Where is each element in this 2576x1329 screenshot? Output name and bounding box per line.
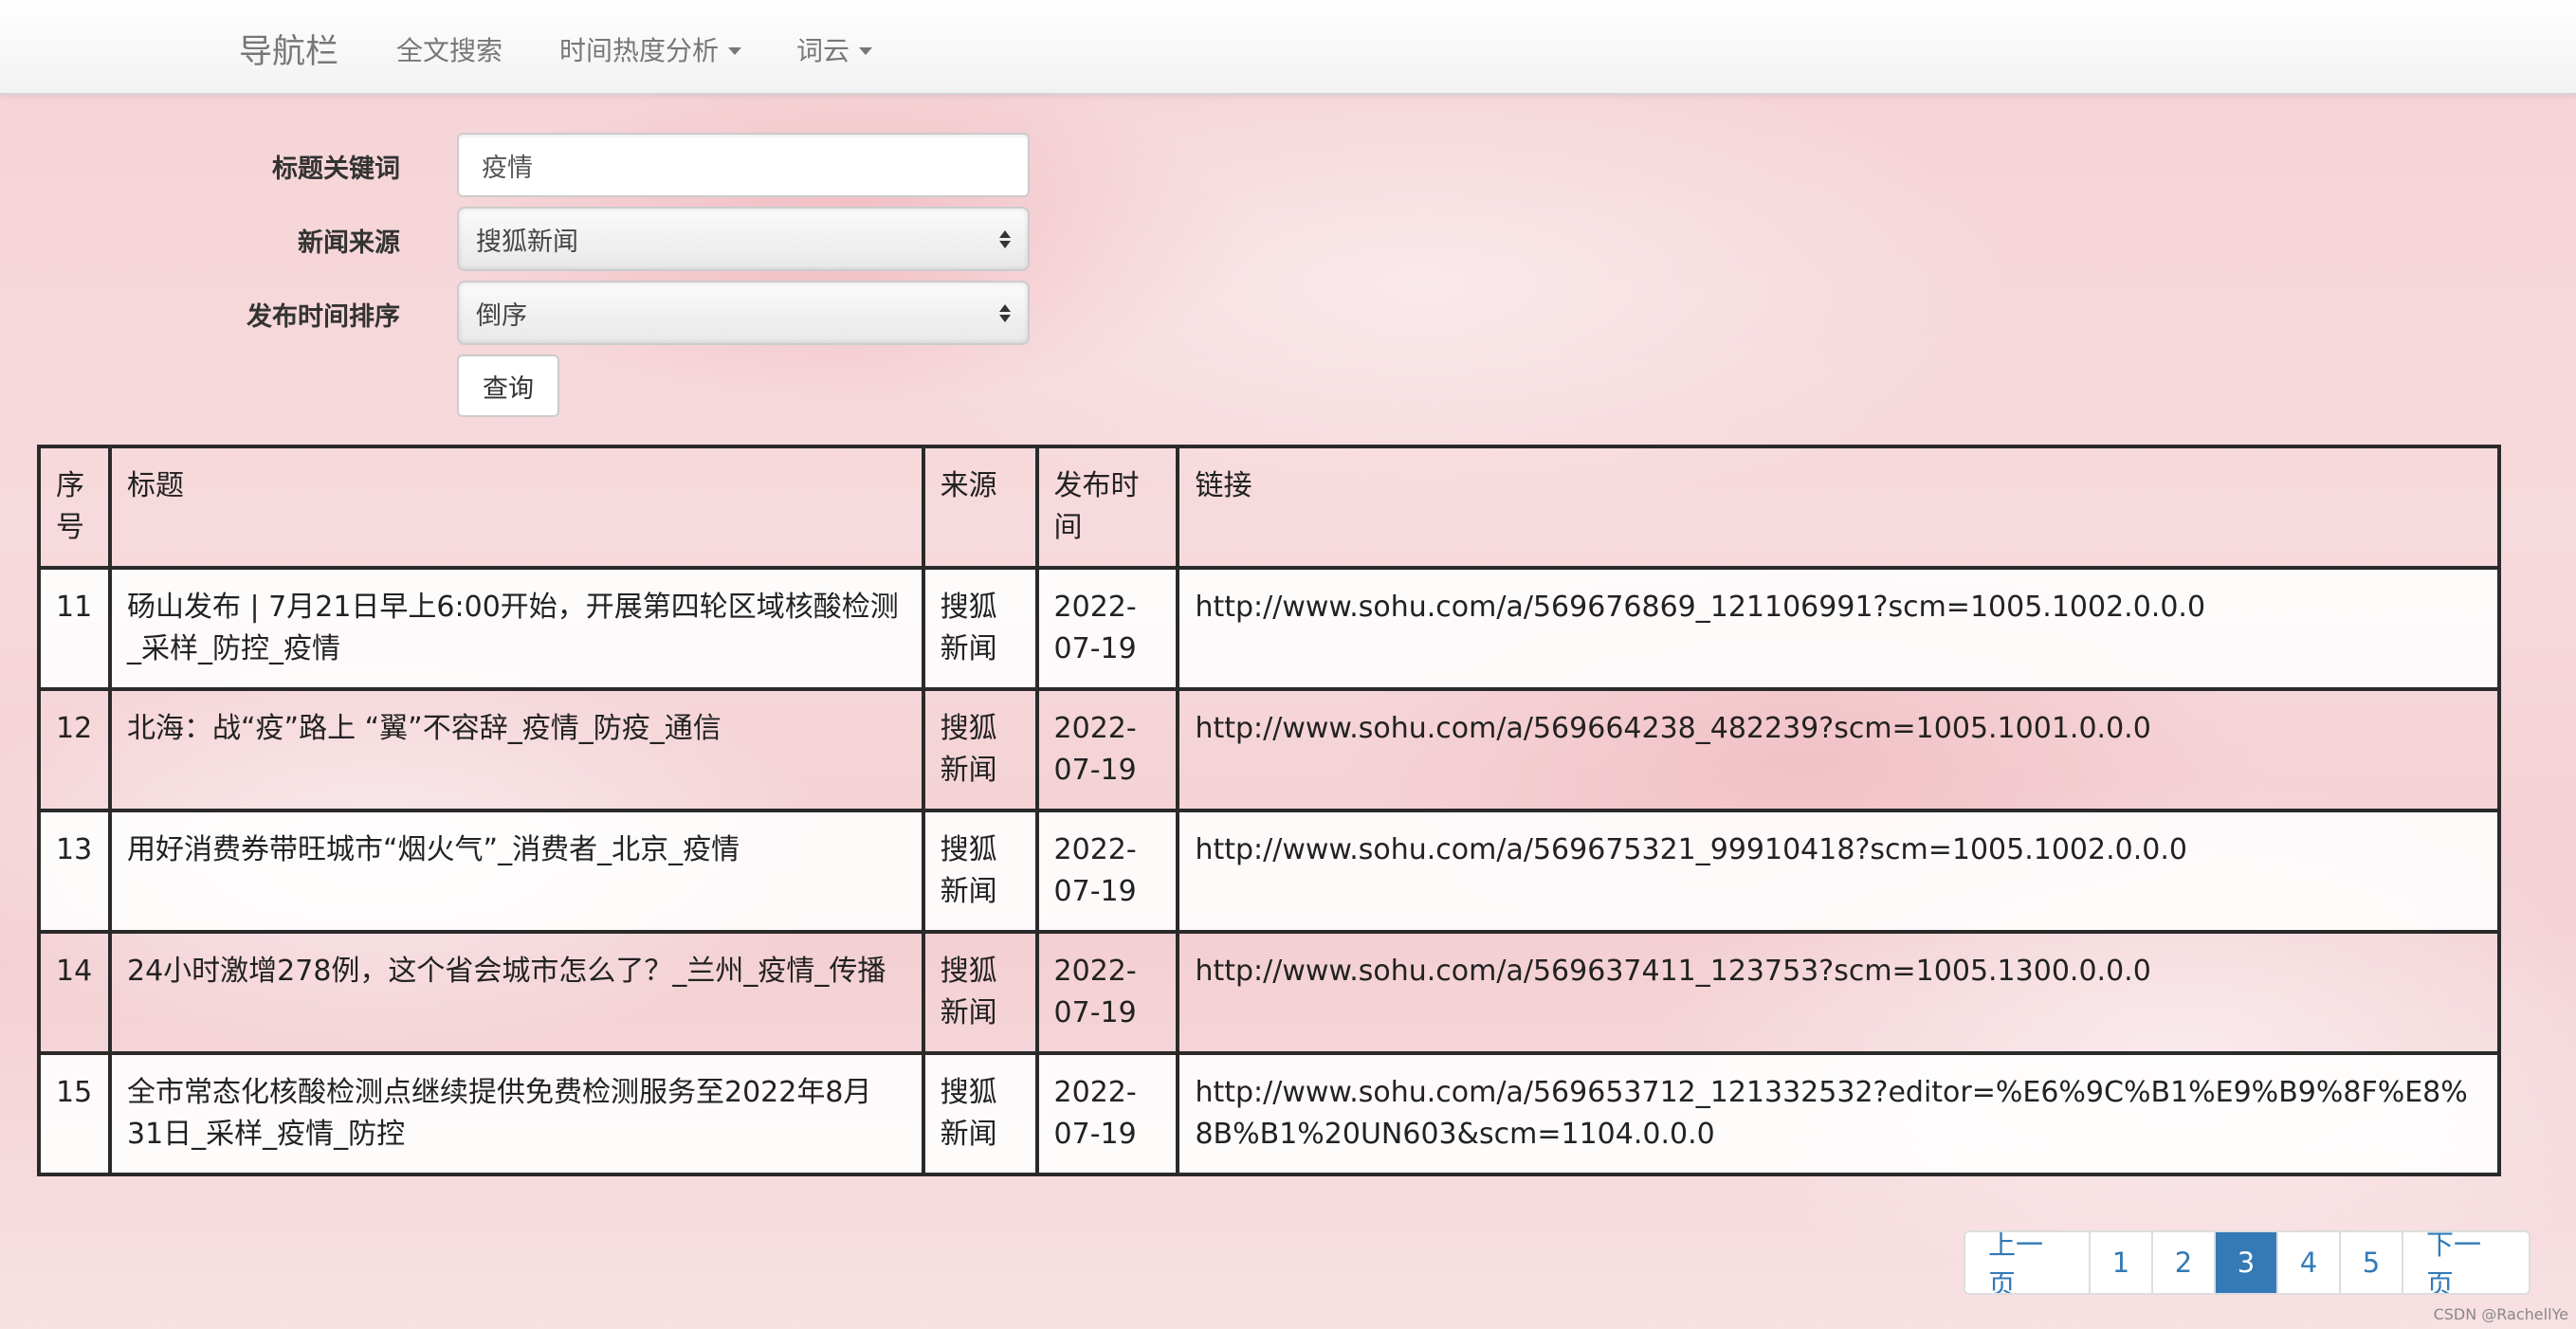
pagination: 上一页 1 2 3 4 5 下一页: [1964, 1230, 2530, 1295]
table-row: 14 24小时激增278例，这个省会城市怎么了？_兰州_疫情_传播 搜狐新闻 2…: [37, 930, 2501, 1055]
select-arrows-icon: [999, 229, 1011, 248]
cell-index: 14: [37, 930, 112, 1055]
cell-link[interactable]: http://www.sohu.com/a/569664238_482239?s…: [1176, 687, 2501, 812]
table-row: 12 北海：战“疫”路上 “翼”不容辞_疫情_防疫_通信 搜狐新闻 2022-0…: [37, 687, 2501, 812]
nav-item-time-heat-analysis[interactable]: 时间热度分析: [559, 30, 742, 68]
header-date: 发布时间: [1034, 445, 1180, 570]
select-arrows-icon: [999, 303, 1011, 322]
cell-link[interactable]: http://www.sohu.com/a/569676869_12110699…: [1176, 566, 2501, 691]
source-select-value: 搜狐新闻: [476, 227, 578, 257]
cell-title: 用好消费券带旺城市“烟火气”_消费者_北京_疫情: [107, 809, 925, 934]
cell-title: 全市常态化核酸检测点继续提供免费检测服务至2022年8月31日_采样_疫情_防控: [107, 1051, 925, 1176]
cell-date: 2022-07-19: [1034, 687, 1180, 812]
watermark-text: CSDN @RachellYe: [2433, 1305, 2568, 1323]
cell-date: 2022-07-19: [1034, 809, 1180, 934]
cell-date: 2022-07-19: [1034, 930, 1180, 1055]
nav-item-fulltext-search[interactable]: 全文搜索: [396, 30, 502, 68]
pagination-page-4[interactable]: 4: [2278, 1232, 2341, 1293]
cell-link[interactable]: http://www.sohu.com/a/569637411_123753?s…: [1176, 930, 2501, 1055]
cell-source: 搜狐新闻: [921, 687, 1039, 812]
pagination-page-5[interactable]: 5: [2341, 1232, 2403, 1293]
pagination-page-1[interactable]: 1: [2091, 1232, 2153, 1293]
cell-title: 24小时激增278例，这个省会城市怎么了？_兰州_疫情_传播: [107, 930, 925, 1055]
header-index: 序号: [37, 445, 112, 570]
header-link: 链接: [1176, 445, 2501, 570]
source-label: 新闻来源: [298, 228, 400, 258]
cell-source: 搜狐新闻: [921, 1051, 1039, 1176]
navbar-brand[interactable]: 导航栏: [239, 25, 338, 73]
cell-link[interactable]: http://www.sohu.com/a/569675321_99910418…: [1176, 809, 2501, 934]
pagination-page-3-active[interactable]: 3: [2216, 1232, 2278, 1293]
source-select[interactable]: 搜狐新闻: [457, 207, 1030, 271]
table-row: 15 全市常态化核酸检测点继续提供免费检测服务至2022年8月31日_采样_疫情…: [37, 1051, 2501, 1176]
news-results-table: 序号 标题 来源 发布时间 链接 11 砀山发布 | 7月21日早上6:00开始…: [37, 445, 2501, 1176]
cell-source: 搜狐新闻: [921, 809, 1039, 934]
cell-index: 13: [37, 809, 112, 934]
pagination-page-2[interactable]: 2: [2153, 1232, 2216, 1293]
cell-index: 11: [37, 566, 112, 691]
sort-select[interactable]: 倒序: [457, 281, 1030, 345]
sort-select-value: 倒序: [476, 300, 527, 331]
top-navbar: 导航栏 全文搜索 时间热度分析 词云: [0, 0, 2576, 95]
nav-item-label: 词云: [796, 35, 850, 66]
cell-index: 12: [37, 687, 112, 812]
pagination-prev-button[interactable]: 上一页: [1965, 1232, 2091, 1293]
cell-source: 搜狐新闻: [921, 930, 1039, 1055]
caret-down-icon: [728, 47, 742, 55]
query-button[interactable]: 查询: [457, 355, 559, 417]
header-source: 来源: [921, 445, 1039, 570]
keyword-input[interactable]: [457, 133, 1030, 197]
table-row: 13 用好消费券带旺城市“烟火气”_消费者_北京_疫情 搜狐新闻 2022-07…: [37, 809, 2501, 934]
cell-date: 2022-07-19: [1034, 566, 1180, 691]
nav-item-label: 时间热度分析: [559, 35, 720, 66]
header-title: 标题: [107, 445, 925, 570]
sort-label: 发布时间排序: [247, 302, 400, 332]
cell-title: 砀山发布 | 7月21日早上6:00开始，开展第四轮区域核酸检测_采样_防控_疫…: [107, 566, 925, 691]
cell-date: 2022-07-19: [1034, 1051, 1180, 1176]
table-row: 11 砀山发布 | 7月21日早上6:00开始，开展第四轮区域核酸检测_采样_防…: [37, 566, 2501, 691]
cell-index: 15: [37, 1051, 112, 1176]
caret-down-icon: [859, 47, 873, 55]
cell-title: 北海：战“疫”路上 “翼”不容辞_疫情_防疫_通信: [107, 687, 925, 812]
cell-source: 搜狐新闻: [921, 566, 1039, 691]
nav-item-word-cloud[interactable]: 词云: [796, 30, 873, 68]
keyword-label: 标题关键词: [272, 155, 400, 184]
cell-link[interactable]: http://www.sohu.com/a/569653712_12133253…: [1176, 1051, 2501, 1176]
nav-item-label: 全文搜索: [396, 35, 503, 66]
pagination-next-button[interactable]: 下一页: [2403, 1232, 2529, 1293]
table-header-row: 序号 标题 来源 发布时间 链接: [37, 445, 2501, 570]
